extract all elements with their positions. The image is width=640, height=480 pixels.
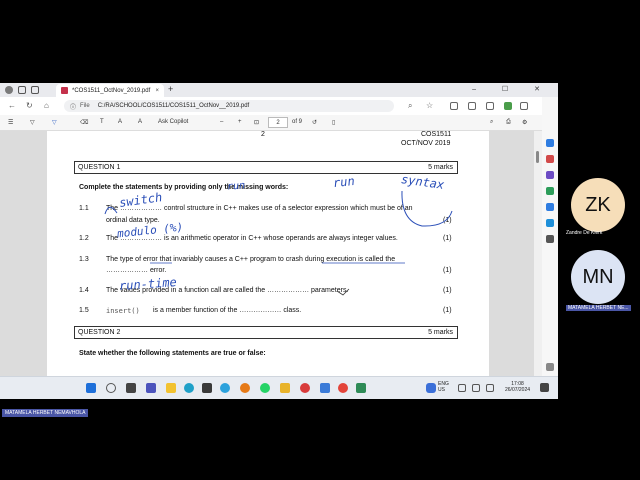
volume-icon[interactable] xyxy=(472,384,480,392)
sidebar-office-icon[interactable] xyxy=(546,187,554,195)
windows-taskbar: ENG US 17:08 26/07/2024 xyxy=(0,376,558,399)
copilot-ask-button[interactable]: Ask Copilot xyxy=(158,119,188,125)
close-tab-icon[interactable]: × xyxy=(155,88,159,94)
address-bar-row: ← ↻ ⌂ ⓘ File C:/RA/SCHOOL/COS1511/COS151… xyxy=(0,97,558,115)
participant-initials: ZK xyxy=(585,193,611,216)
telegram-icon[interactable] xyxy=(220,383,230,393)
battery-icon[interactable] xyxy=(486,384,494,392)
window-controls[interactable]: – ☐ ✕ xyxy=(472,85,552,93)
edge-sidebar xyxy=(542,97,558,376)
sidebar-settings-icon[interactable] xyxy=(546,363,554,371)
extension-icon[interactable] xyxy=(504,102,512,110)
pen-stroke xyxy=(104,206,118,215)
new-tab-button[interactable]: + xyxy=(168,84,173,94)
keyboard-region: US xyxy=(438,387,445,393)
participant-initials: MN xyxy=(582,265,614,288)
sidebar-outlook-icon[interactable] xyxy=(546,203,554,211)
pen-stroke xyxy=(401,190,453,227)
highlight-icon[interactable]: ▽ xyxy=(30,119,35,126)
browser-title-bar: *COS1511_OctNov_2019.pdf × + – ☐ ✕ xyxy=(0,83,558,97)
participant-name: Zandre De Klerk xyxy=(566,230,603,236)
page-view-icon[interactable]: ▯ xyxy=(332,119,335,126)
start-icon[interactable] xyxy=(86,383,96,393)
participant-name: MATAMELA HERBET NE... xyxy=(566,305,631,311)
handwriting-strokes xyxy=(104,190,453,296)
firefox-icon[interactable] xyxy=(240,383,250,393)
pdf-icon xyxy=(61,87,68,94)
zoom-in-button[interactable]: + xyxy=(238,119,242,125)
microphone-icon[interactable] xyxy=(426,383,436,393)
tab-title: *COS1511_OctNov_2019.pdf xyxy=(72,87,151,94)
scroll-thumb[interactable] xyxy=(536,151,539,163)
favorites-icon[interactable] xyxy=(468,102,476,110)
file-explorer-icon[interactable] xyxy=(166,383,176,393)
sidebar-send-icon[interactable] xyxy=(546,219,554,227)
pdf-page: 2 COS1511 OCT/NOV 2019 QUESTION 1 5 mark… xyxy=(47,131,489,376)
participant-avatar[interactable]: ZK xyxy=(571,178,625,232)
tab-actions-icon[interactable] xyxy=(31,86,39,94)
language-indicator[interactable]: ENG US xyxy=(438,381,449,393)
address-prefix: File xyxy=(80,103,90,109)
tab-pdf[interactable]: *COS1511_OctNov_2019.pdf × xyxy=(56,84,164,97)
split-screen-icon[interactable] xyxy=(450,102,458,110)
contents-icon[interactable]: ☰ xyxy=(8,119,13,126)
add-text-icon[interactable]: A xyxy=(118,119,122,125)
address-text: C:/RA/SCHOOL/COS1511/COS1511_OctNov__201… xyxy=(97,103,250,109)
page-total: of 9 xyxy=(292,119,303,125)
word-icon[interactable] xyxy=(320,383,330,393)
sidebar-games-icon[interactable] xyxy=(546,171,554,179)
wifi-icon[interactable] xyxy=(458,384,466,392)
read-aloud-icon[interactable]: A xyxy=(138,119,142,125)
store-icon[interactable] xyxy=(202,383,212,393)
cursor-mark xyxy=(336,288,350,296)
favorite-star-icon[interactable]: ☆ xyxy=(426,101,433,110)
whatsapp-icon[interactable] xyxy=(260,383,270,393)
draw-icon[interactable]: ▽ xyxy=(52,119,57,126)
back-icon[interactable]: ← xyxy=(8,101,16,110)
app-icon[interactable] xyxy=(356,383,366,393)
profile-icon[interactable] xyxy=(5,86,13,94)
media-icon[interactable] xyxy=(300,383,310,393)
edge-icon[interactable] xyxy=(184,383,194,393)
sidebar-search-icon[interactable] xyxy=(546,139,554,147)
participant-avatar[interactable]: MN xyxy=(571,250,625,304)
workspaces-icon[interactable] xyxy=(18,86,26,94)
teams-icon[interactable] xyxy=(146,383,156,393)
search-icon[interactable]: ⌕ xyxy=(490,119,493,126)
fit-page-icon[interactable]: ⊡ xyxy=(254,119,259,126)
address-field[interactable]: ⓘ File C:/RA/SCHOOL/COS1511/COS1511_OctN… xyxy=(64,100,394,112)
refresh-icon[interactable]: ↻ xyxy=(26,101,33,110)
clock[interactable]: 17:08 26/07/2024 xyxy=(505,381,530,393)
zoom-icon[interactable]: ⌕ xyxy=(408,101,412,111)
info-icon[interactable]: ⓘ xyxy=(70,102,76,111)
chrome-icon[interactable] xyxy=(338,383,348,393)
print-icon[interactable]: ⎙ xyxy=(506,119,511,126)
date: 26/07/2024 xyxy=(505,387,531,393)
page-number-input[interactable]: 2 xyxy=(268,117,288,128)
rotate-icon[interactable]: ↺ xyxy=(312,119,317,126)
notifications-icon[interactable] xyxy=(540,383,549,392)
text-icon[interactable]: T xyxy=(100,119,104,125)
sidebar-tools-icon[interactable] xyxy=(546,155,554,163)
collections-icon[interactable] xyxy=(486,102,494,110)
more-icon[interactable] xyxy=(520,102,528,110)
home-icon[interactable]: ⌂ xyxy=(44,101,49,110)
erase-icon[interactable]: ⌫ xyxy=(80,119,88,126)
settings-icon[interactable]: ⚙ xyxy=(522,119,527,126)
presenter-name-label: MATAMELA HERBET NEMAVHOLA xyxy=(2,409,89,417)
folder-icon[interactable] xyxy=(280,383,290,393)
search-taskbar-icon[interactable] xyxy=(106,383,116,393)
screen-share: *COS1511_OctNov_2019.pdf × + – ☐ ✕ ← ↻ ⌂… xyxy=(0,83,558,399)
sidebar-add-icon[interactable] xyxy=(546,235,554,243)
pdf-toolbar: ☰ ▽ ▽ ⌫ T A A Ask Copilot – + ⊡ 2 of 9 ↺… xyxy=(0,115,558,131)
document-area: 2 COS1511 OCT/NOV 2019 QUESTION 1 5 mark… xyxy=(0,131,534,376)
task-view-icon[interactable] xyxy=(126,383,136,393)
zoom-out-button[interactable]: – xyxy=(220,119,223,125)
